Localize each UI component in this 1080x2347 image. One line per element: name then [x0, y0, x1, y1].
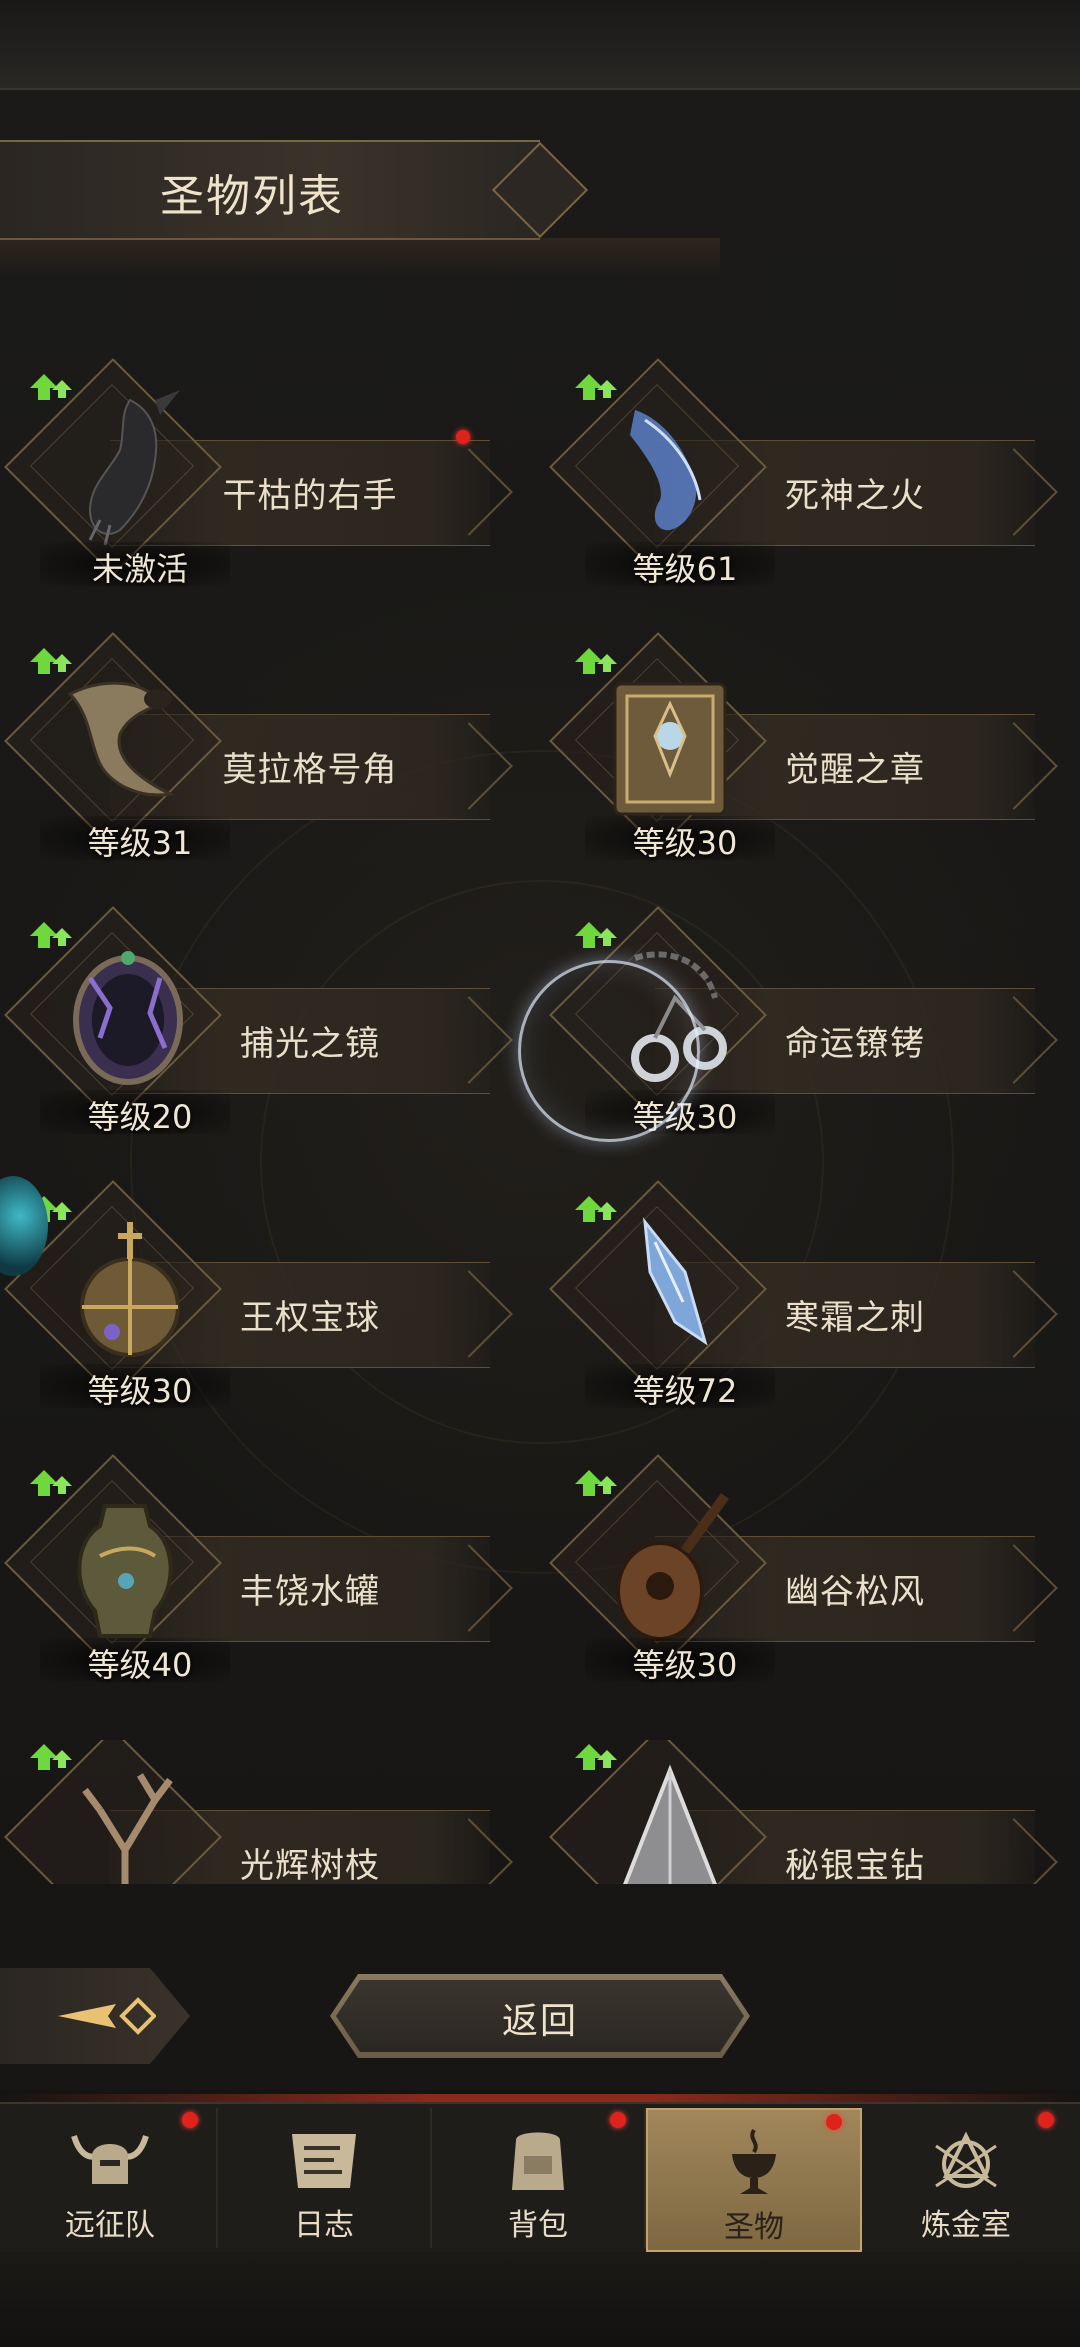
nav-tab-relics[interactable]: 圣物 [646, 2108, 862, 2252]
nav-tab-alchemy[interactable]: 炼金室 [860, 2108, 1072, 2248]
tutorial-bubble-highlight[interactable] [518, 960, 700, 1142]
relic-name: 秘银宝钻 [785, 1846, 925, 1884]
upgrade-arrow-icon [573, 1192, 625, 1232]
upgrade-arrow-icon [573, 918, 625, 958]
upgrade-arrow-icon [28, 644, 80, 684]
relic-level: 等级30 [632, 824, 738, 862]
alchemy-icon [935, 2131, 997, 2188]
relic-level: 等级61 [632, 550, 738, 588]
notification-dot [456, 430, 470, 444]
relic-level: 等级20 [87, 1098, 193, 1136]
upgrade-arrow-icon [28, 1466, 80, 1506]
scroll-icon [292, 2134, 356, 2188]
relic-card[interactable]: 觉醒之章 等级30 [545, 632, 1065, 884]
relic-name: 王权宝球 [240, 1298, 380, 1338]
relic-card[interactable]: 王权宝球 等级30 [0, 1180, 520, 1432]
notification-dot [1038, 2112, 1054, 2128]
backpack-icon [512, 2132, 564, 2190]
relic-level: 等级72 [632, 1372, 738, 1410]
relic-card[interactable]: 幽谷松风 等级30 [545, 1454, 1065, 1706]
nav-divider [0, 2094, 1080, 2102]
banner-torn-edge [0, 238, 720, 278]
return-button-label: 返回 [501, 2001, 578, 2042]
arrow-left-icon [58, 1997, 156, 2035]
nav-label: 炼金室 [921, 2208, 1011, 2243]
relic-card[interactable]: 干枯的右手 未激活 [0, 358, 520, 610]
upgrade-arrow-icon [573, 370, 625, 410]
relic-level: 未激活 [91, 550, 188, 588]
relic-card[interactable]: 光辉树枝 [0, 1740, 520, 1884]
relic-name: 觉醒之章 [785, 750, 925, 790]
return-button[interactable]: 返回 [330, 1974, 750, 2058]
nav-label: 日志 [294, 2208, 354, 2243]
relic-name: 幽谷松风 [785, 1572, 925, 1612]
upgrade-arrow-icon [28, 918, 80, 958]
relic-level: 等级30 [87, 1372, 193, 1410]
relic-card[interactable]: 秘银宝钻 [545, 1740, 1065, 1884]
bottom-nav: 远征队 日志 背包 圣物 炼金室 [0, 2102, 1080, 2254]
upgrade-arrow-icon [28, 370, 80, 410]
nav-tab-journal[interactable]: 日志 [218, 2108, 432, 2248]
footer-strip [0, 2252, 1080, 2347]
relic-card[interactable]: 捕光之镜 等级20 [0, 906, 520, 1158]
relic-name: 干枯的右手 [222, 476, 398, 516]
notification-dot [610, 2112, 626, 2128]
relic-level: 等级30 [632, 1646, 738, 1684]
relic-level: 等级40 [87, 1646, 193, 1684]
upgrade-arrow-icon [573, 1466, 625, 1506]
relic-name: 丰饶水罐 [240, 1572, 380, 1612]
relic-card[interactable]: 丰饶水罐 等级40 [0, 1454, 520, 1706]
upgrade-arrow-icon [28, 1740, 80, 1780]
nav-tab-expedition[interactable]: 远征队 [4, 2108, 218, 2248]
horned-helmet-icon [71, 2135, 149, 2184]
collapse-arrow-button[interactable] [0, 1968, 190, 2064]
notification-dot [182, 2112, 198, 2128]
relic-name: 捕光之镜 [240, 1024, 380, 1064]
relic-level: 等级31 [87, 824, 193, 862]
top-bar [0, 0, 1080, 90]
title-banner: 圣物列表 [0, 140, 589, 240]
relic-name: 寒霜之刺 [785, 1298, 925, 1338]
nav-label: 远征队 [65, 2208, 155, 2243]
nav-label: 圣物 [724, 2210, 784, 2245]
relic-card[interactable]: 死神之火 等级61 [545, 358, 1065, 610]
nav-tab-backpack[interactable]: 背包 [432, 2108, 646, 2248]
notification-dot [826, 2114, 842, 2130]
relic-name: 死神之火 [785, 476, 925, 516]
page-title: 圣物列表 [160, 171, 344, 222]
upgrade-arrow-icon [573, 1740, 625, 1780]
chalice-icon [732, 2128, 776, 2194]
relic-name: 光辉树枝 [240, 1846, 380, 1884]
relic-card[interactable]: 寒霜之刺 等级72 [545, 1180, 1065, 1432]
relic-card[interactable]: 莫拉格号角 等级31 [0, 632, 520, 884]
relic-name: 莫拉格号角 [222, 750, 398, 790]
relic-name: 命运镣铐 [785, 1024, 925, 1064]
upgrade-arrow-icon [573, 644, 625, 684]
nav-label: 背包 [508, 2208, 568, 2243]
